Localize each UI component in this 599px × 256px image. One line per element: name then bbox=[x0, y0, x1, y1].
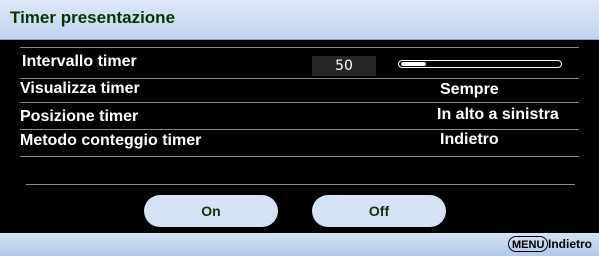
divider-bottom bbox=[26, 184, 575, 185]
divider-row-2 bbox=[20, 102, 579, 103]
divider-row-4 bbox=[20, 156, 579, 157]
row-label-visualizza-timer[interactable]: Visualizza timer bbox=[20, 80, 140, 98]
menu-key-icon[interactable]: MENU bbox=[508, 236, 549, 252]
slider-fill bbox=[401, 62, 426, 66]
on-button[interactable]: On bbox=[144, 195, 278, 227]
title-bar: Timer presentazione bbox=[0, 0, 599, 40]
footer-bar: MENU Indietro bbox=[0, 233, 599, 256]
off-button[interactable]: Off bbox=[312, 195, 446, 227]
row-label-metodo-conteggio-timer[interactable]: Metodo conteggio timer bbox=[20, 132, 201, 150]
timer-count-method-value[interactable]: Indietro bbox=[440, 131, 499, 149]
timer-interval-value[interactable]: 50 bbox=[312, 56, 376, 76]
divider-top bbox=[20, 47, 579, 48]
divider-row-1 bbox=[20, 78, 579, 79]
row-label-intervallo-timer[interactable]: Intervallo timer bbox=[22, 53, 137, 71]
menu-title: Timer presentazione bbox=[10, 8, 176, 27]
row-label-posizione-timer[interactable]: Posizione timer bbox=[20, 108, 138, 126]
divider-row-3 bbox=[20, 129, 579, 130]
timer-position-value[interactable]: In alto a sinistra bbox=[437, 106, 559, 124]
timer-display-value[interactable]: Sempre bbox=[440, 81, 499, 99]
back-label: Indietro bbox=[548, 237, 592, 251]
timer-interval-slider[interactable] bbox=[398, 60, 562, 68]
